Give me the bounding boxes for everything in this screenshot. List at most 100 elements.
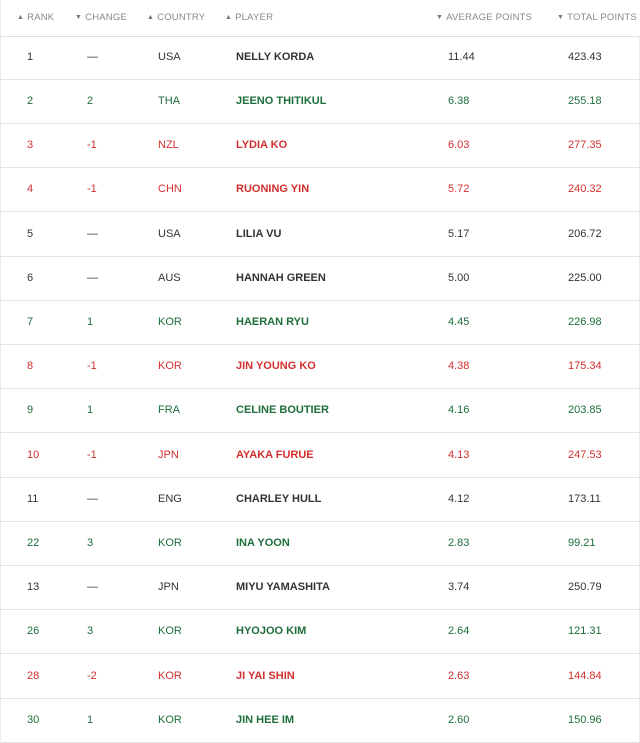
rank-cell: 2	[27, 95, 34, 107]
average-points-cell: 5.72	[448, 183, 470, 195]
rank-header[interactable]: ▲ RANK	[17, 12, 54, 23]
total-points-cell: 173.11	[568, 493, 601, 505]
rank-cell: 7	[27, 316, 34, 328]
table-row[interactable]: 2 2 THA JEENO THITIKUL 6.38 255.18	[1, 80, 640, 124]
table-row[interactable]: 11 — ENG CHARLEY HULL 4.12 173.11	[1, 478, 640, 522]
country-cell: NZL	[158, 139, 179, 151]
total-points-cell: 99.21	[568, 537, 596, 549]
table-row[interactable]: 4 -1 CHN RUONING YIN 5.72 240.32	[1, 168, 640, 212]
change-cell: -2	[87, 670, 97, 682]
change-cell: —	[87, 51, 98, 63]
table-header: ▲ RANK ▼ CHANGE ▲ COUNTRY ▲ PLAYER ▼ AVERAGE …	[1, 0, 640, 37]
total-points-cell: 240.32	[568, 183, 602, 195]
change-cell: -1	[87, 449, 97, 461]
rank-cell: 13	[27, 581, 40, 593]
player-name[interactable]: RUONING YIN	[236, 183, 309, 195]
country-cell: KOR	[158, 714, 182, 726]
player-header[interactable]: ▲ PLAYER	[225, 12, 273, 23]
total-points-cell: 225.00	[568, 272, 602, 284]
total-points-cell: 277.35	[568, 139, 602, 151]
table-row[interactable]: 30 1 KOR JIN HEE IM 2.60 150.96	[1, 699, 640, 743]
player-name[interactable]: NELLY KORDA	[236, 51, 314, 63]
change-cell: -1	[87, 183, 97, 195]
change-cell: —	[87, 493, 98, 505]
rank-cell: 10	[27, 449, 40, 461]
table-row[interactable]: 7 1 KOR HAERAN RYU 4.45 226.98	[1, 301, 640, 345]
country-cell: KOR	[158, 670, 182, 682]
rankings-table: ▲ RANK ▼ CHANGE ▲ COUNTRY ▲ PLAYER ▼ AVERAGE …	[0, 0, 640, 743]
average-points-cell: 2.64	[448, 625, 470, 637]
total-points-cell: 175.34	[568, 360, 602, 372]
rank-cell: 3	[27, 139, 34, 151]
sort-down-arrow-icon: ▼	[75, 14, 83, 21]
country-cell: JPN	[158, 581, 179, 593]
table-row[interactable]: 13 — JPN MIYU YAMASHITA 3.74 250.79	[1, 566, 640, 610]
change-cell: 1	[87, 316, 94, 328]
average-points-cell: 2.60	[448, 714, 470, 726]
sort-down-arrow-icon: ▼	[557, 14, 565, 21]
country-cell: KOR	[158, 625, 182, 637]
player-name[interactable]: JI YAI SHIN	[236, 670, 295, 682]
table-row[interactable]: 9 1 FRA CELINE BOUTIER 4.16 203.85	[1, 389, 640, 433]
average-points-cell: 2.63	[448, 670, 470, 682]
total-points-cell: 150.96	[568, 714, 602, 726]
rank-cell: 26	[27, 625, 40, 637]
table-row[interactable]: 6 — AUS HANNAH GREEN 5.00 225.00	[1, 257, 640, 301]
rank-cell: 1	[27, 51, 34, 63]
rank-cell: 30	[27, 714, 40, 726]
country-cell: KOR	[158, 360, 182, 372]
average-points-cell: 11.44	[448, 51, 475, 63]
player-name[interactable]: INA YOON	[236, 537, 290, 549]
total-points-header[interactable]: ▼ TOTAL POINTS	[557, 12, 637, 23]
rank-cell: 11	[27, 493, 39, 505]
total-points-cell: 144.84	[568, 670, 602, 682]
rank-cell: 5	[27, 228, 34, 240]
average-points-cell: 3.74	[448, 581, 470, 593]
sort-up-arrow-icon: ▲	[17, 14, 25, 21]
total-points-cell: 247.53	[568, 449, 602, 461]
player-name[interactable]: CELINE BOUTIER	[236, 404, 329, 416]
change-cell: —	[87, 272, 98, 284]
average-points-cell: 6.38	[448, 95, 470, 107]
player-name[interactable]: AYAKA FURUE	[236, 449, 314, 461]
country-cell: THA	[158, 95, 180, 107]
change-cell: -1	[87, 360, 97, 372]
player-name[interactable]: LYDIA KO	[236, 139, 287, 151]
average-points-cell: 4.12	[448, 493, 470, 505]
table-row[interactable]: 22 3 KOR INA YOON 2.83 99.21	[1, 522, 640, 566]
table-row[interactable]: 1 — USA NELLY KORDA 11.44 423.43	[1, 36, 640, 80]
player-name[interactable]: JIN YOUNG KO	[236, 360, 316, 372]
player-name[interactable]: JEENO THITIKUL	[236, 95, 326, 107]
change-header[interactable]: ▼ CHANGE	[75, 12, 127, 23]
player-name[interactable]: HYOJOO KIM	[236, 625, 306, 637]
country-cell: JPN	[158, 449, 179, 461]
average-points-cell: 4.16	[448, 404, 470, 416]
country-cell: USA	[158, 51, 181, 63]
change-cell: 3	[87, 537, 94, 549]
country-cell: USA	[158, 228, 181, 240]
table-row[interactable]: 3 -1 NZL LYDIA KO 6.03 277.35	[1, 124, 640, 168]
player-name[interactable]: HANNAH GREEN	[236, 272, 326, 284]
country-header[interactable]: ▲ COUNTRY	[147, 12, 205, 23]
player-name[interactable]: MIYU YAMASHITA	[236, 581, 330, 593]
country-cell: ENG	[158, 493, 182, 505]
table-row[interactable]: 5 — USA LILIA VU 5.17 206.72	[1, 213, 640, 257]
table-row[interactable]: 10 -1 JPN AYAKA FURUE 4.13 247.53	[1, 434, 640, 478]
player-name[interactable]: JIN HEE IM	[236, 714, 294, 726]
table-row[interactable]: 26 3 KOR HYOJOO KIM 2.64 121.31	[1, 610, 640, 654]
rank-cell: 28	[27, 670, 40, 682]
table-row[interactable]: 28 -2 KOR JI YAI SHIN 2.63 144.84	[1, 655, 640, 699]
table-row[interactable]: 8 -1 KOR JIN YOUNG KO 4.38 175.34	[1, 345, 640, 389]
player-name[interactable]: LILIA VU	[236, 228, 281, 240]
change-cell: -1	[87, 139, 97, 151]
change-cell: —	[87, 228, 98, 240]
player-name[interactable]: CHARLEY HULL	[236, 493, 321, 505]
average-points-cell: 4.45	[448, 316, 470, 328]
total-points-cell: 226.98	[568, 316, 602, 328]
change-cell: —	[87, 581, 98, 593]
change-cell: 3	[87, 625, 94, 637]
average-points-header[interactable]: ▼ AVERAGE POINTS	[436, 12, 532, 23]
change-cell: 1	[87, 404, 94, 416]
change-cell: 1	[87, 714, 94, 726]
player-name[interactable]: HAERAN RYU	[236, 316, 309, 328]
